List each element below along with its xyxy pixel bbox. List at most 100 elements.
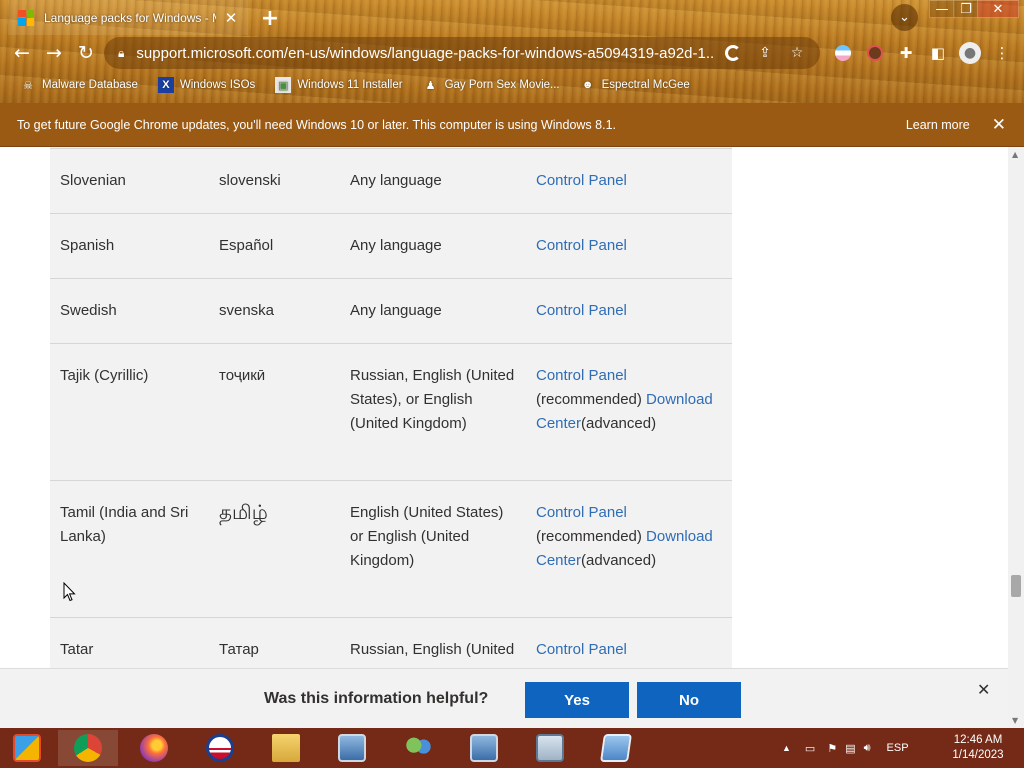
native-name-cell: தமிழ் <box>219 502 268 524</box>
bookmark-windows-11-installer[interactable]: ▣ Windows 11 Installer <box>275 77 403 93</box>
infobar-message: To get future Google Chrome updates, you… <box>17 117 616 132</box>
control-panel-link[interactable]: Control Panel <box>536 641 627 658</box>
language-cell: Swedish <box>60 302 117 319</box>
page-content: Slovenian slovenski Any language Control… <box>0 147 1008 668</box>
feedback-bar: Was this information helpful? Yes No ✕ <box>0 668 1008 728</box>
control-panel-link[interactable]: Control Panel <box>536 237 627 254</box>
language-cell: Tajik (Cyrillic) <box>60 367 149 384</box>
taskbar-window-app[interactable] <box>586 730 646 766</box>
taskbar-users-app[interactable] <box>388 730 448 766</box>
language-cell: Tatar <box>60 641 94 658</box>
forward-arrow-icon[interactable]: → <box>41 40 67 66</box>
side-panel-icon[interactable]: ◧ <box>925 40 951 66</box>
start-button[interactable] <box>0 730 54 766</box>
share-icon[interactable]: ⇪ <box>752 40 778 66</box>
google-lens-icon[interactable] <box>720 40 746 66</box>
address-bar[interactable]: 🔒︎ support.microsoft.com/en-us/windows/l… <box>104 37 820 69</box>
taskbar-obama-app[interactable] <box>190 730 250 766</box>
window-close-icon[interactable]: ✕ <box>977 0 1019 18</box>
monitor-chart-icon <box>536 734 564 762</box>
minimize-icon[interactable]: — <box>929 0 955 18</box>
tray-flag-icon[interactable]: ⚑ <box>827 742 837 755</box>
firefox-icon <box>140 734 168 762</box>
table-row: Tajik (Cyrillic) тоҷикӣ Russian, English… <box>50 343 732 480</box>
base-language-cell: English (United States) or English (Unit… <box>350 504 504 569</box>
image-icon: ▣ <box>275 77 292 93</box>
feedback-close-icon[interactable]: ✕ <box>977 680 990 699</box>
blue-circle-logo-icon <box>206 734 234 762</box>
extension-avatar-icon[interactable] <box>862 40 888 66</box>
bookmark-star-icon[interactable]: ☆ <box>784 40 810 66</box>
table-row: Spanish Español Any language Control Pan… <box>50 213 732 278</box>
clock-date: 1/14/2023 <box>952 749 1004 761</box>
control-panel-link[interactable]: Control Panel <box>536 172 627 189</box>
extension-flag-icon[interactable] <box>830 40 856 66</box>
update-infobar: To get future Google Chrome updates, you… <box>0 103 1024 147</box>
tray-network-icon[interactable]: ▤ <box>845 742 855 755</box>
figure-icon: ♟ <box>425 79 436 92</box>
back-arrow-icon[interactable]: ← <box>9 40 35 66</box>
skull-icon: ☠ <box>23 79 33 92</box>
taskbar-installer-app[interactable] <box>454 730 514 766</box>
tab-close-icon[interactable]: ✕ <box>222 9 240 27</box>
tab-title: Language packs for Windows - Mi <box>44 10 216 25</box>
no-button[interactable]: No <box>637 682 741 718</box>
reload-icon[interactable]: ↻ <box>73 40 99 66</box>
how-to-get-cell: Control Panel <box>526 279 732 343</box>
tab-search-chevron-icon[interactable]: ⌄ <box>891 4 918 31</box>
mask-icon: ☻ <box>581 79 594 91</box>
new-tab-button[interactable]: + <box>258 6 282 31</box>
how-to-get-cell: Control Panel <box>526 149 732 213</box>
scroll-up-arrow-icon[interactable]: ▲ <box>1012 150 1020 159</box>
yes-button[interactable]: Yes <box>525 682 629 718</box>
control-panel-link[interactable]: Control Panel <box>536 302 627 319</box>
extensions-puzzle-icon[interactable]: ✚ <box>893 40 919 66</box>
bookmark-movie-site[interactable]: ♟ Gay Porn Sex Movie... <box>423 77 560 93</box>
tray-display-icon[interactable]: ▭ <box>805 742 815 755</box>
how-to-get-cell: Control Panel <box>526 214 732 278</box>
taskbar-clock[interactable]: 12:46 AM 1/14/2023 <box>946 733 1010 763</box>
taskbar-firefox[interactable] <box>124 730 184 766</box>
taskbar-monitor-app[interactable] <box>520 730 580 766</box>
profile-avatar[interactable]: ● <box>957 40 983 66</box>
native-name-cell: Español <box>219 237 274 254</box>
active-tab[interactable]: Language packs for Windows - Mi ✕ <box>8 0 248 35</box>
base-language-cell: Russian, English (United States), or Eng… <box>350 367 515 432</box>
restore-icon[interactable]: ❐ <box>953 0 979 18</box>
tray-volume-icon[interactable]: 🔊︎ <box>864 742 871 755</box>
lock-icon[interactable]: 🔒︎ <box>118 46 124 61</box>
menu-kebab-icon[interactable]: ⋮ <box>989 40 1015 66</box>
taskbar-chrome[interactable] <box>58 730 118 766</box>
how-to-get-cell: Control Panel (recommended) Download Cen… <box>526 344 732 480</box>
input-language-indicator[interactable]: ESP <box>887 742 909 754</box>
url-text[interactable]: support.microsoft.com/en-us/windows/lang… <box>136 45 714 62</box>
recommended-note: (recommended) <box>536 391 642 408</box>
control-panel-link[interactable]: Control Panel <box>536 367 627 384</box>
scroll-down-arrow-icon[interactable]: ▼ <box>1012 716 1020 725</box>
computer-install-icon <box>470 734 498 762</box>
tray-expand-arrow-icon[interactable]: ▲ <box>782 743 791 753</box>
chrome-icon <box>74 734 102 762</box>
how-to-get-cell: Control Panel (recommended) Download Cen… <box>526 481 732 617</box>
taskbar-file-explorer[interactable] <box>256 730 316 766</box>
clock-time: 12:46 AM <box>953 734 1003 746</box>
infobar-close-icon[interactable]: ✕ <box>992 115 1006 135</box>
scrollbar-thumb[interactable] <box>1011 575 1021 597</box>
computer-setup-icon <box>338 734 366 762</box>
microsoft-logo-icon <box>18 9 34 26</box>
bookmark-windows-isos[interactable]: X Windows ISOs <box>157 77 255 93</box>
bookmark-espectral-mcgee[interactable]: ☻ Espectral McGee <box>580 77 690 93</box>
table-row: Tatar Татар Russian, English (United Con… <box>50 617 732 668</box>
page-scrollbar[interactable] <box>1008 147 1024 728</box>
taskbar-setup-app[interactable] <box>322 730 382 766</box>
table-row: Tamil (India and Sri Lanka) தமிழ் Englis… <box>50 480 732 617</box>
control-panel-link[interactable]: Control Panel <box>536 504 627 521</box>
bookmark-malware-database[interactable]: ☠ Malware Database <box>20 77 138 93</box>
feedback-question: Was this information helpful? <box>264 690 489 707</box>
native-name-cell: svenska <box>219 302 275 319</box>
language-cell: Slovenian <box>60 172 126 189</box>
base-language-cell: Russian, English (United <box>350 641 515 658</box>
learn-more-link[interactable]: Learn more <box>906 118 970 132</box>
base-language-cell: Any language <box>350 237 442 254</box>
advanced-note: (advanced) <box>581 552 657 569</box>
